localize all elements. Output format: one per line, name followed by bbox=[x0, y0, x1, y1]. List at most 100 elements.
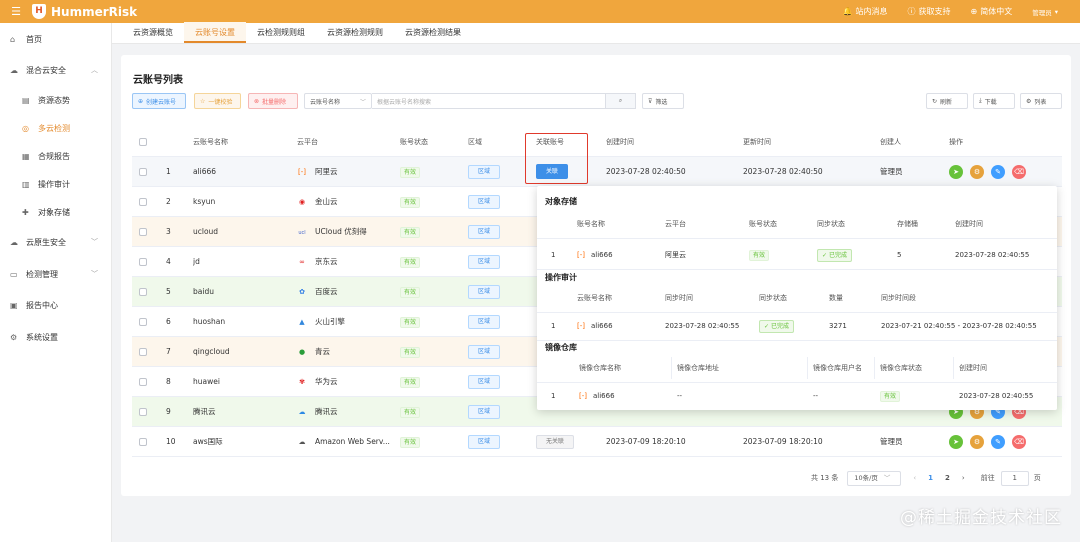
sidebar-item-home[interactable]: ⌂ 首页 bbox=[0, 25, 112, 53]
status-badge: 有效 bbox=[400, 436, 421, 448]
batch-delete-button[interactable]: ⊗ 批量删除 bbox=[248, 93, 298, 109]
col-created: 创建时间 bbox=[959, 364, 987, 372]
created-time: 2023-07-28 02:40:55 bbox=[955, 251, 1030, 259]
page-2[interactable]: 2 bbox=[945, 474, 950, 482]
settings-action-icon[interactable]: ⚙ bbox=[970, 435, 984, 449]
col-creator[interactable]: 创建人 bbox=[880, 127, 901, 157]
sidebar-item-resource-posture[interactable]: ▤ 资源态势 bbox=[0, 86, 112, 114]
row-index: 7 bbox=[166, 347, 171, 356]
table-row[interactable]: 10 aws国际 ☁ Amazon Web Serv... 有效 区域 无关联 2… bbox=[132, 427, 1062, 457]
registry-table-header: 镜像仓库名称 镜像仓库地址 镜像仓库用户名 镜像仓库状态 创建时间 bbox=[537, 353, 1057, 383]
delete-action-icon[interactable]: ⌫ bbox=[1012, 435, 1026, 449]
row-checkbox[interactable] bbox=[139, 408, 147, 416]
tab-detect-results[interactable]: 云资源检测结果 bbox=[394, 22, 472, 43]
platform-cell: [-] 阿里云 bbox=[297, 157, 338, 187]
status-cell: 有效 bbox=[400, 337, 421, 367]
row-index: 1 bbox=[166, 167, 171, 176]
col-status[interactable]: 账号状态 bbox=[400, 127, 428, 157]
delete-action-icon[interactable]: ⌫ bbox=[1012, 165, 1026, 179]
table-row[interactable]: 1 ali666 [-] 阿里云 有效 区域 关联 2023-07-28 02:4… bbox=[132, 157, 1062, 187]
unlinked-badge: 无关联 bbox=[536, 435, 574, 449]
col-created[interactable]: 创建时间 bbox=[606, 127, 634, 157]
sidebar-item-compliance-report[interactable]: ▦ 合规报告 bbox=[0, 142, 112, 170]
filter-button[interactable]: ⊽ 筛选 bbox=[642, 93, 684, 109]
col-updated[interactable]: 更新时间 bbox=[743, 127, 771, 157]
gear-icon: ⚙ bbox=[1026, 97, 1032, 105]
region-button[interactable]: 区域 bbox=[468, 435, 500, 449]
tab-resource-overview[interactable]: 云资源概览 bbox=[122, 22, 184, 43]
search-field-select[interactable]: 云账号名称 ﹀ bbox=[304, 93, 372, 109]
plus-icon: ⊕ bbox=[138, 97, 144, 105]
download-icon: ⤓ bbox=[979, 97, 982, 104]
tab-detect-rules[interactable]: 云资源检测规则 bbox=[316, 22, 394, 43]
sidebar-item-settings[interactable]: ⚙ 系统设置 bbox=[0, 323, 112, 351]
region-button[interactable]: 区域 bbox=[468, 195, 500, 209]
edit-action-icon[interactable]: ✎ bbox=[991, 165, 1005, 179]
download-button[interactable]: ⤓ 下载 bbox=[973, 93, 1015, 109]
next-page-icon[interactable]: › bbox=[962, 474, 965, 482]
home-icon: ⌂ bbox=[10, 34, 16, 44]
user-menu[interactable]: 管理员 ▾ bbox=[1032, 7, 1058, 17]
sidebar-item-label: 对象存储 bbox=[38, 207, 70, 217]
tab-rule-groups[interactable]: 云检测规则组 bbox=[246, 22, 316, 43]
region-button[interactable]: 区域 bbox=[468, 345, 500, 359]
verify-all-button[interactable]: ☆ 一键校验 bbox=[194, 93, 241, 109]
app-logo[interactable]: H HummerRisk bbox=[32, 4, 137, 19]
status-badge: 有效 bbox=[400, 316, 421, 328]
col-platform[interactable]: 云平台 bbox=[297, 127, 318, 157]
page-size-select[interactable]: 10条/页 ﹀ bbox=[847, 470, 902, 486]
messages-label: 站内消息 bbox=[855, 7, 888, 16]
platform-cell: ucl UCloud 优刻得 bbox=[297, 217, 366, 247]
status-cell: 有效 bbox=[400, 157, 421, 187]
sidebar-item-hybrid-cloud[interactable]: ☁ 混合云安全 ︿ bbox=[0, 56, 112, 84]
verify-action-icon[interactable]: ➤ bbox=[949, 435, 963, 449]
row-checkbox[interactable] bbox=[139, 378, 147, 386]
region-button[interactable]: 区域 bbox=[468, 225, 500, 239]
search-input[interactable]: 根据云账号名称搜索 bbox=[372, 93, 606, 109]
col-name[interactable]: 云账号名称 bbox=[193, 127, 228, 157]
region-button[interactable]: 区域 bbox=[468, 165, 500, 179]
settings-action-icon[interactable]: ⚙ bbox=[970, 165, 984, 179]
row-checkbox[interactable] bbox=[139, 288, 147, 296]
sidebar-item-report-center[interactable]: ▣ 报告中心 bbox=[0, 291, 112, 319]
region-button[interactable]: 区域 bbox=[468, 375, 500, 389]
row-checkbox[interactable] bbox=[139, 198, 147, 206]
sidebar-item-detect-manage[interactable]: ▭ 检测管理 ﹀ bbox=[0, 260, 112, 288]
row-checkbox[interactable] bbox=[139, 318, 147, 326]
edit-action-icon[interactable]: ✎ bbox=[991, 435, 1005, 449]
region-button[interactable]: 区域 bbox=[468, 405, 500, 419]
support-link[interactable]: ⓘ 获取支持 bbox=[908, 6, 951, 17]
search-button[interactable]: ⌕ bbox=[606, 93, 636, 109]
sidebar-item-cloud-native[interactable]: ☁ 云原生安全 ﹀ bbox=[0, 228, 112, 256]
prev-page-icon[interactable]: ‹ bbox=[913, 474, 916, 482]
row-checkbox[interactable] bbox=[139, 258, 147, 266]
row-checkbox[interactable] bbox=[139, 438, 147, 446]
tab-account-settings[interactable]: 云账号设置 bbox=[184, 22, 246, 43]
row-checkbox[interactable] bbox=[139, 348, 147, 356]
region-button[interactable]: 区域 bbox=[468, 315, 500, 329]
select-all-checkbox[interactable] bbox=[139, 138, 147, 146]
page-1[interactable]: 1 bbox=[928, 474, 933, 482]
refresh-button[interactable]: ↻ 刷新 bbox=[926, 93, 968, 109]
bell-icon: 🔔 bbox=[842, 7, 853, 16]
goto-page-input[interactable]: 1 bbox=[1000, 470, 1029, 486]
account-name: huoshan bbox=[193, 317, 226, 326]
language-select[interactable]: ⊕ 简体中文 bbox=[971, 6, 1013, 17]
columns-button[interactable]: ⚙ 列表 bbox=[1020, 93, 1062, 109]
region-button[interactable]: 区域 bbox=[468, 255, 500, 269]
create-account-button[interactable]: ⊕ 创建云账号 bbox=[132, 93, 186, 109]
region-button[interactable]: 区域 bbox=[468, 285, 500, 299]
sidebar-item-operation-audit[interactable]: ▥ 操作审计 bbox=[0, 170, 112, 198]
sidebar-item-object-storage[interactable]: ✚ 对象存储 bbox=[0, 198, 112, 226]
col-region[interactable]: 区域 bbox=[468, 127, 482, 157]
col-sync-range: 同步时间段 bbox=[881, 294, 916, 302]
sidebar-item-label: 报告中心 bbox=[26, 300, 58, 310]
messages-link[interactable]: 🔔 站内消息 bbox=[843, 6, 888, 17]
row-checkbox[interactable] bbox=[139, 228, 147, 236]
row-checkbox[interactable] bbox=[139, 168, 147, 176]
verify-action-icon[interactable]: ➤ bbox=[949, 165, 963, 179]
column-divider bbox=[874, 357, 875, 379]
menu-toggle-icon[interactable]: ☰ bbox=[0, 5, 32, 18]
delete-icon: ⊗ bbox=[254, 97, 260, 105]
sidebar-item-multi-cloud-detect[interactable]: ◎ 多云检测 bbox=[0, 114, 112, 142]
